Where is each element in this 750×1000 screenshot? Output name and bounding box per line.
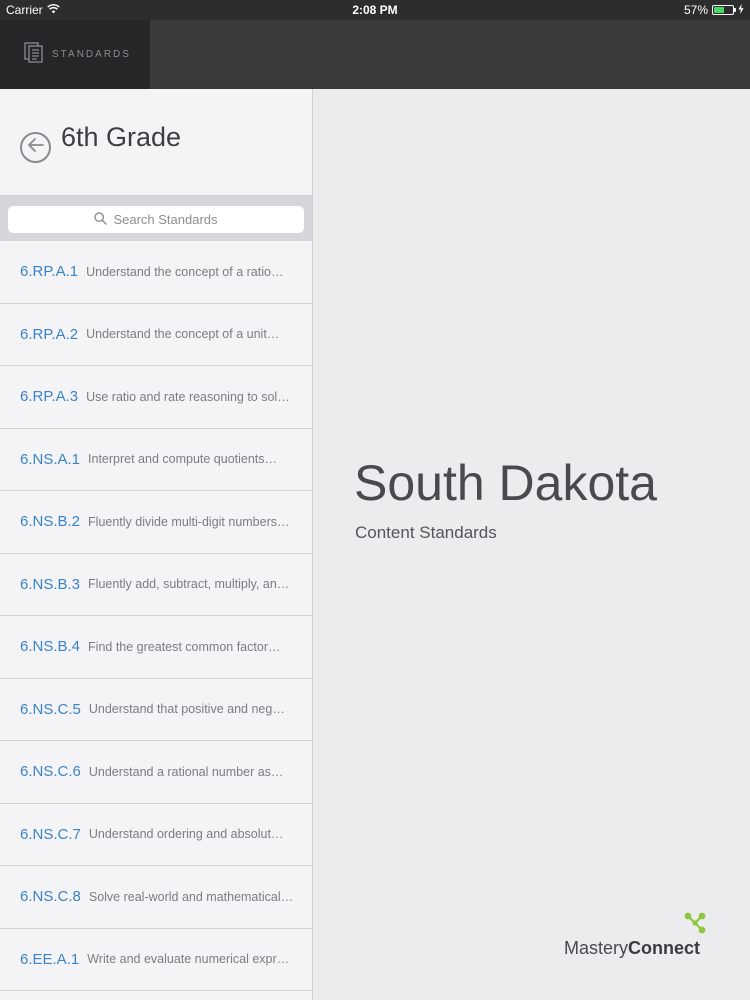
standard-row[interactable]: 6.RP.A.1 Understand the concept of a rati… xyxy=(0,241,312,304)
logo-mark-icon xyxy=(682,911,708,940)
status-bar: Carrier 2:08 PM 57% xyxy=(0,0,750,20)
standard-code: 6.NS.C.7 xyxy=(20,825,81,843)
standard-row[interactable]: 6.RP.A.2 Understand the concept of a unit… xyxy=(0,304,312,366)
standard-row[interactable]: 6.NS.B.2 Fluently divide multi-digit numb… xyxy=(0,491,312,554)
battery-icon xyxy=(712,5,736,15)
standard-description: Understand the concept of a unit… xyxy=(86,327,280,342)
standard-description: Understand the concept of a ratio… xyxy=(86,264,284,279)
page-title: 6th Grade xyxy=(61,122,182,153)
standard-row[interactable]: 6.NS.C.8 Solve real-world and mathematica… xyxy=(0,866,312,929)
standard-description: Interpret and compute quotients… xyxy=(88,452,278,467)
standard-description: Understand ordering and absolut… xyxy=(88,827,284,842)
standard-description: Understand that positive and neg… xyxy=(88,702,285,717)
logo-wordmark: MasteryConnect xyxy=(564,938,700,959)
charging-icon xyxy=(738,3,744,17)
search-icon xyxy=(94,211,108,228)
standards-tab[interactable]: STANDARDS xyxy=(0,20,150,89)
standard-description: Find the greatest common factor… xyxy=(88,639,281,654)
detail-pane: South Dakota Content Standards MasteryCo… xyxy=(314,89,750,1000)
standard-description: Write and evaluate numerical expr… xyxy=(87,952,290,967)
standard-code: 6.NS.C.6 xyxy=(20,763,81,781)
back-arrow-icon xyxy=(27,137,44,157)
standard-code: 6.EE.A.1 xyxy=(20,950,80,968)
standard-code: 6.NS.A.1 xyxy=(20,450,81,468)
standards-tab-label: STANDARDS xyxy=(52,49,131,60)
state-title: South Dakota xyxy=(354,455,657,511)
standard-description: Solve real-world and mathematical… xyxy=(88,889,294,904)
logo-word-bold: Connect xyxy=(628,938,701,958)
standard-code: 6.RP.A.1 xyxy=(20,263,79,281)
standards-icon xyxy=(24,42,44,67)
battery-fill xyxy=(714,7,725,13)
standard-description: Fluently divide multi-digit numbers… xyxy=(88,514,290,529)
standard-code: 6.NS.B.2 xyxy=(20,513,81,531)
standard-row[interactable]: 6.NS.B.4 Find the greatest common factor… xyxy=(0,616,312,679)
logo-word-light: Mastery xyxy=(564,938,629,958)
back-button[interactable] xyxy=(20,131,51,163)
standards-list: 6.RP.A.1 Understand the concept of a rati… xyxy=(0,241,312,991)
standard-description: Understand a rational number as… xyxy=(88,764,284,779)
standard-code: 6.NS.B.4 xyxy=(20,638,81,656)
standard-row[interactable]: 6.NS.C.6 Understand a rational number as… xyxy=(0,741,312,804)
search-bar: Search Standards xyxy=(0,196,312,241)
standards-sidebar: 6th Grade Search Standards 6.RP.A.1 Under… xyxy=(0,89,313,1000)
standard-row[interactable]: 6.EE.A.1 Write and evaluate numerical exp… xyxy=(0,929,312,991)
search-placeholder: Search Standards xyxy=(113,212,218,227)
clock: 2:08 PM xyxy=(352,3,398,17)
standard-description: Use ratio and rate reasoning to sol… xyxy=(86,389,290,404)
search-input[interactable]: Search Standards xyxy=(8,206,304,233)
standard-description: Fluently add, subtract, multiply, an… xyxy=(88,577,290,592)
standard-code: 6.RP.A.3 xyxy=(20,388,79,406)
standard-row[interactable]: 6.NS.B.3 Fluently add, subtract, multiply… xyxy=(0,554,312,616)
masteryconnect-logo: MasteryConnect xyxy=(564,911,714,963)
standard-row[interactable]: 6.NS.C.5 Understand that positive and neg… xyxy=(0,679,312,741)
standard-code: 6.NS.C.8 xyxy=(20,888,81,906)
standard-code: 6.NS.B.3 xyxy=(20,575,81,593)
standard-code: 6.NS.C.5 xyxy=(20,700,81,718)
standard-row[interactable]: 6.RP.A.3 Use ratio and rate reasoning to … xyxy=(0,366,312,429)
sidebar-header: 6th Grade xyxy=(0,89,312,196)
top-nav-bar: STANDARDS xyxy=(0,20,750,89)
standard-code: 6.RP.A.2 xyxy=(20,325,79,343)
battery-percent: 57% xyxy=(683,3,708,17)
state-subtitle: Content Standards xyxy=(355,523,497,542)
standard-row[interactable]: 6.NS.A.1 Interpret and compute quotients… xyxy=(0,429,312,491)
battery-group: 57% xyxy=(684,3,744,17)
standard-row[interactable]: 6.NS.C.7 Understand ordering and absolut… xyxy=(0,804,312,866)
